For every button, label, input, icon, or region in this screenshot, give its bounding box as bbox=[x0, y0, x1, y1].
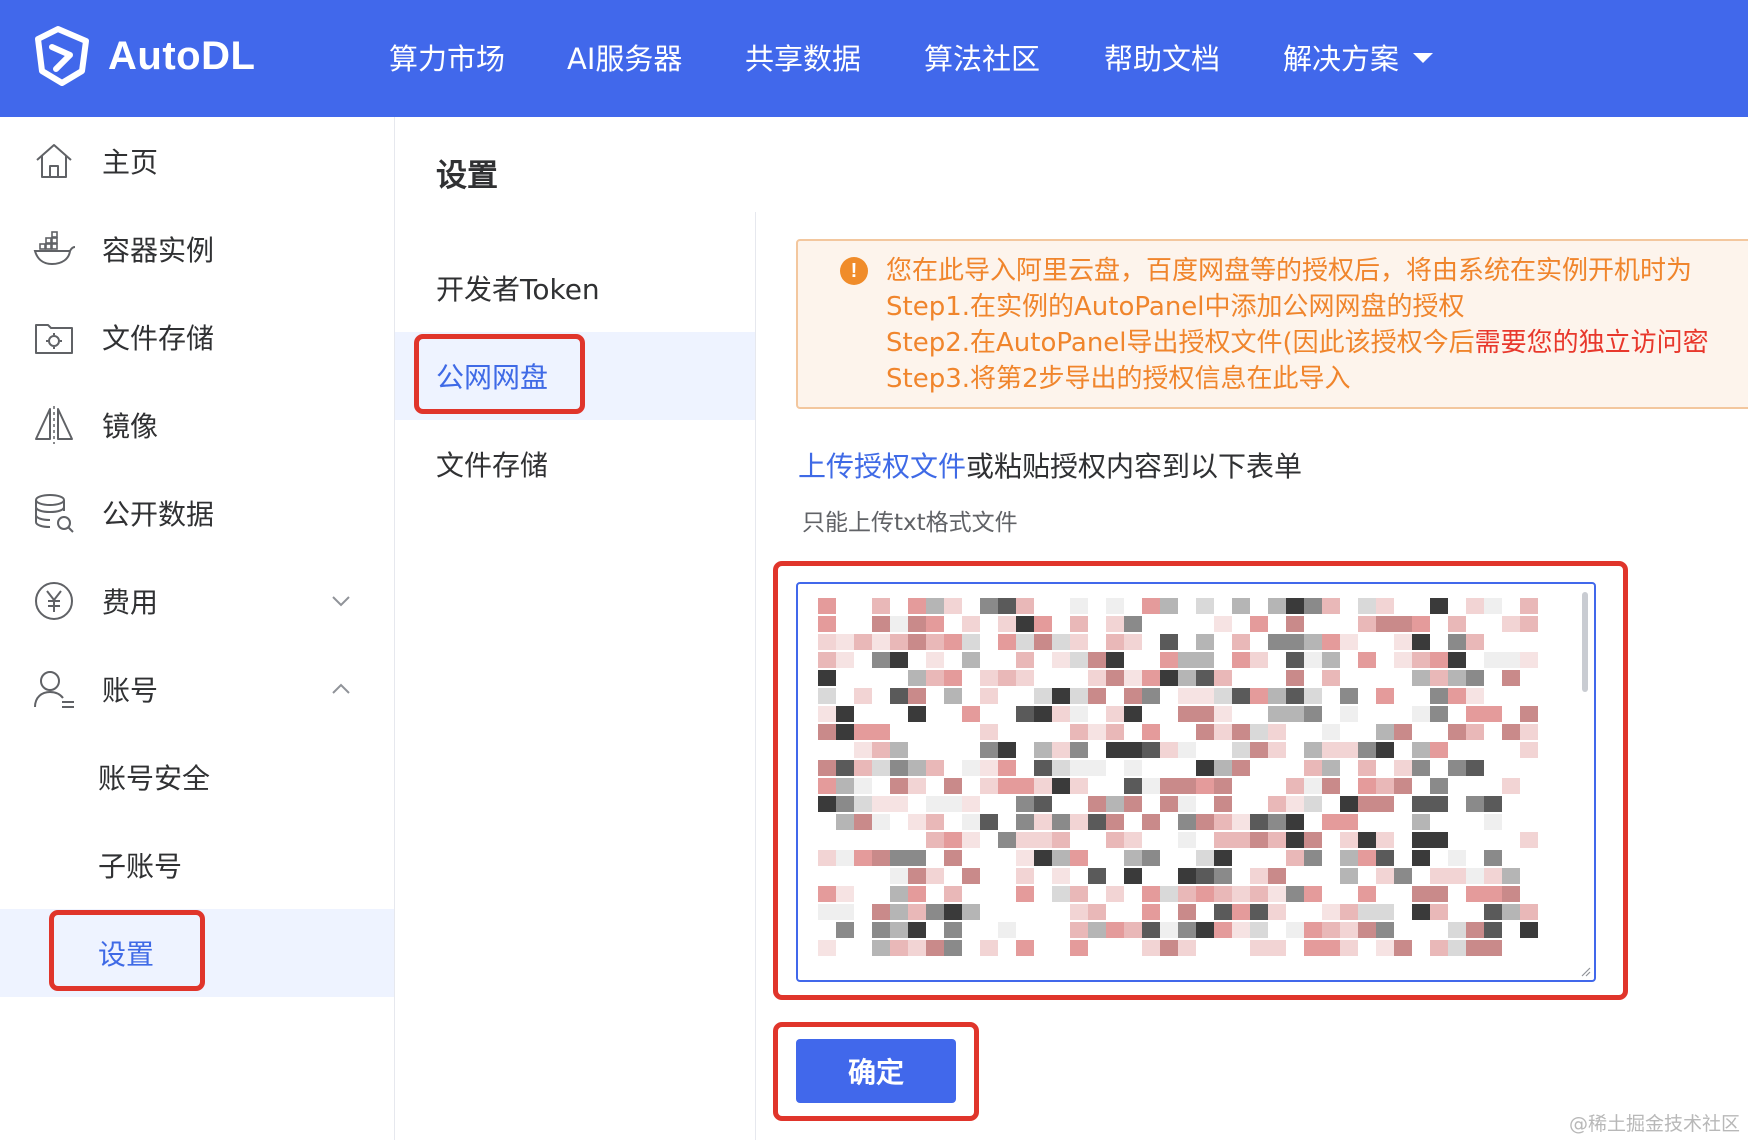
highlight-box-settings bbox=[49, 910, 205, 991]
sidebar-item-label: 容器实例 bbox=[102, 234, 215, 267]
sidebar-item-public-data[interactable]: 公开数据 bbox=[0, 469, 394, 557]
sidebar-subitem-sub-account[interactable]: 子账号 bbox=[0, 821, 394, 909]
alert-line-3: Step2.在AutoPanel导出授权文件(因此该授权今后需要您的独立访问密 bbox=[886, 325, 1709, 361]
logo-text: AutoDL bbox=[108, 33, 256, 78]
settings-tab-label: 开发者Token bbox=[436, 273, 600, 306]
nav-item-ai-server[interactable]: AI服务器 bbox=[567, 36, 682, 78]
upload-rest-text: 或粘贴授权内容到以下表单 bbox=[966, 450, 1303, 483]
nav-item-solutions[interactable]: 解决方案 bbox=[1283, 36, 1434, 78]
storage-icon bbox=[32, 315, 76, 359]
user-icon bbox=[32, 667, 76, 711]
submenu-divider bbox=[755, 212, 756, 1140]
alert-line-2: Step1.在实例的AutoPanel中添加公网网盘的授权 bbox=[886, 292, 1465, 322]
sidebar-item-file-storage[interactable]: 文件存储 bbox=[0, 293, 394, 381]
top-navbar: AutoDL 算力市场 AI服务器 共享数据 算法社区 帮助文档 解决方案 bbox=[0, 0, 1748, 117]
warning-icon: ! bbox=[840, 257, 868, 285]
docker-icon bbox=[32, 227, 76, 271]
sidebar-item-label: 账号 bbox=[102, 674, 159, 707]
upload-file-link[interactable]: 上传授权文件 bbox=[798, 450, 966, 483]
highlight-box-public-netdisk bbox=[414, 334, 585, 414]
autodl-logo[interactable]: AutoDL bbox=[30, 25, 255, 87]
watermark: @稀土掘金技术社区 bbox=[1568, 1113, 1740, 1135]
upload-hint: 只能上传txt格式文件 bbox=[802, 510, 1018, 536]
alert-line-4: Step3.将第2步导出的授权信息在此导入 bbox=[886, 364, 1351, 394]
upload-instructions: 上传授权文件或粘贴授权内容到以下表单 bbox=[798, 445, 1302, 485]
sidebar-item-label: 公开数据 bbox=[102, 498, 215, 531]
mirror-icon bbox=[32, 403, 76, 447]
alert-line-3-highlight: 需要您的独立访问密 bbox=[1474, 328, 1709, 358]
sidebar-item-label: 主页 bbox=[102, 146, 159, 179]
autodl-logo-icon bbox=[35, 26, 89, 86]
sidebar-item-account[interactable]: 账号 bbox=[0, 645, 394, 733]
nav-item-algorithm-community[interactable]: 算法社区 bbox=[924, 36, 1040, 78]
sidebar-item-image[interactable]: 镜像 bbox=[0, 381, 394, 469]
nav-item-shared-data[interactable]: 共享数据 bbox=[745, 36, 861, 78]
caret-down-icon bbox=[1413, 53, 1434, 63]
chevron-down-icon bbox=[330, 590, 352, 612]
nav-item-help-docs[interactable]: 帮助文档 bbox=[1104, 36, 1220, 78]
chevron-up-icon bbox=[330, 678, 352, 700]
sidebar-item-container-instance[interactable]: 容器实例 bbox=[0, 205, 394, 293]
sidebar-item-home[interactable]: 主页 bbox=[0, 117, 394, 205]
nav-item-compute-market[interactable]: 算力市场 bbox=[389, 36, 505, 78]
settings-tab-file-storage[interactable]: 文件存储 bbox=[395, 420, 755, 508]
sidebar-item-label: 镜像 bbox=[102, 410, 159, 443]
alert-line-1: 您在此导入阿里云盘，百度网盘等的授权后，将由系统在实例开机时为 bbox=[886, 256, 1693, 286]
yen-icon bbox=[32, 579, 76, 623]
settings-tab-label: 文件存储 bbox=[436, 449, 549, 482]
sidebar-item-label: 账号安全 bbox=[98, 762, 211, 795]
warning-alert: ! 您在此导入阿里云盘，百度网盘等的授权后，将由系统在实例开机时为 Step1.… bbox=[796, 239, 1748, 409]
database-icon bbox=[32, 491, 76, 535]
nav-item-solutions-label: 解决方案 bbox=[1283, 42, 1400, 76]
alert-line-3-text: Step2.在AutoPanel导出授权文件(因此该授权今后 bbox=[886, 328, 1475, 358]
home-icon bbox=[32, 139, 76, 183]
sidebar-item-label: 费用 bbox=[102, 586, 159, 619]
sidebar-subitem-account-security[interactable]: 账号安全 bbox=[0, 733, 394, 821]
settings-tab-developer-token[interactable]: 开发者Token bbox=[395, 244, 755, 332]
highlight-box-confirm bbox=[773, 1022, 979, 1121]
sidebar-item-billing[interactable]: 费用 bbox=[0, 557, 394, 645]
sidebar-item-label: 文件存储 bbox=[102, 322, 215, 355]
highlight-box-textarea bbox=[773, 561, 1628, 1000]
page-title: 设置 bbox=[436, 158, 498, 194]
sidebar-item-label: 子账号 bbox=[98, 850, 183, 883]
